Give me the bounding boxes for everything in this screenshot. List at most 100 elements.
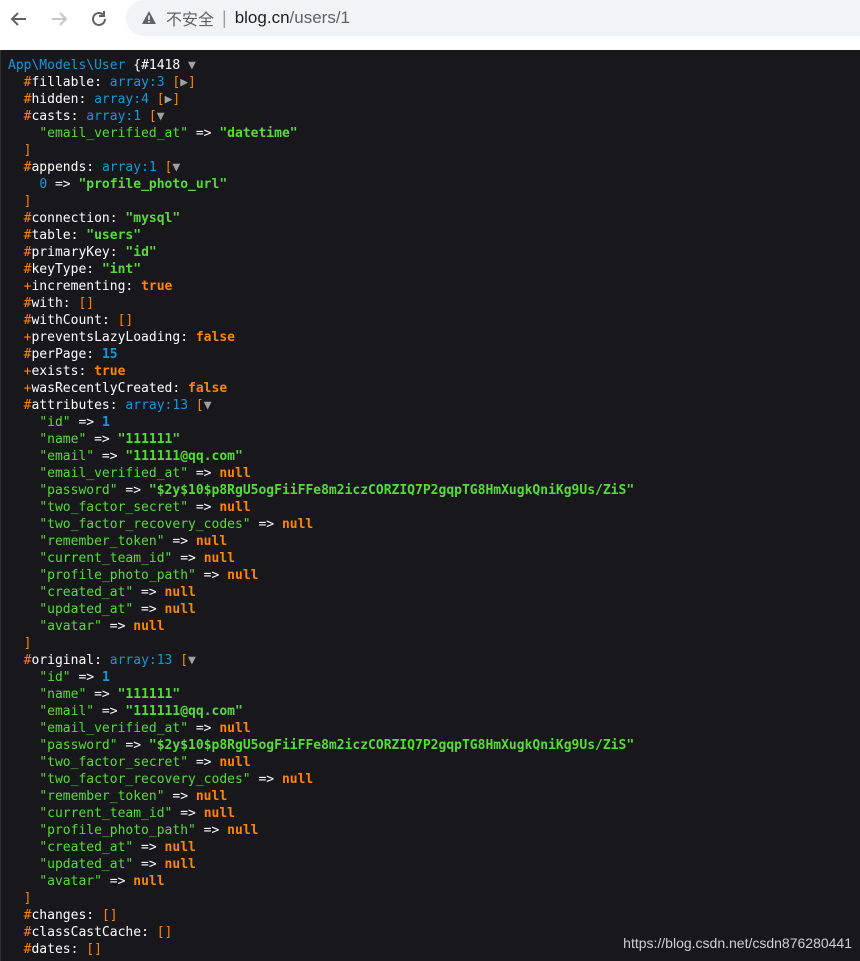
collapse-toggle-icon[interactable]: ▼ <box>172 160 180 175</box>
dump-token-punct: ] <box>23 636 32 651</box>
dump-token-prop: appends <box>31 160 87 175</box>
dump-token-punct: ] <box>23 143 32 158</box>
dump-token-str: "mysql" <box>125 211 181 226</box>
dump-token-note: array:4 <box>94 92 149 107</box>
dump-token-key: "password" <box>39 483 118 498</box>
dump-token-def: => <box>47 177 79 192</box>
dump-token-key: "email" <box>39 449 95 464</box>
expand-toggle-icon[interactable]: ▶ <box>180 75 188 90</box>
dump-token-key: "current_team_id" <box>39 806 173 821</box>
dump-token-def: => <box>250 772 282 787</box>
dump-line: "updated_at" => null <box>8 856 634 873</box>
dump-token-str: "int" <box>101 262 142 277</box>
url-text[interactable]: blog.cn/users/1 <box>235 8 350 28</box>
collapse-toggle-icon[interactable]: ▼ <box>157 109 165 124</box>
dump-token-punct: [ <box>195 398 204 413</box>
dump-token-punct: ] <box>23 194 32 209</box>
dump-token-key: "avatar" <box>39 619 102 634</box>
dump-token-prop: connection <box>31 211 110 226</box>
dump-token-const: null <box>164 857 196 872</box>
dump-line: App\Models\User {#1418 ▼ <box>8 57 634 74</box>
dump-token-const: null <box>227 568 259 583</box>
dump-token-punct: [ <box>180 653 189 668</box>
dump-token-const: null <box>203 551 235 566</box>
collapse-toggle-icon[interactable]: ▼ <box>180 58 196 73</box>
back-button[interactable] <box>6 6 32 32</box>
dump-token-punct: ] <box>23 891 32 906</box>
dump-token-const: null <box>281 517 314 532</box>
dump-token-def: => <box>133 857 165 872</box>
dump-token-const: true <box>141 279 173 294</box>
dump-line: #classCastCache: [] <box>8 924 634 941</box>
dump-token-punct: [] <box>156 925 173 940</box>
dump-token-const: null <box>219 466 251 481</box>
dump-line: #fillable: array:3 [▶] <box>8 74 634 91</box>
dump-line: "id" => 1 <box>8 669 634 686</box>
dump-token-const: null <box>195 534 228 549</box>
dump-token-key: "current_team_id" <box>39 551 173 566</box>
dump-token-key: "email" <box>39 704 95 719</box>
dump-line: #appends: array:1 [▼ <box>8 159 634 176</box>
dump-token-str: "111111" <box>117 687 181 702</box>
dump-line: #table: "users" <box>8 227 634 244</box>
dump-token-key: "email_verified_at" <box>39 466 189 481</box>
dump-token-const: null <box>164 840 196 855</box>
dump-line: #connection: "mysql" <box>8 210 634 227</box>
dump-token-def: : <box>172 381 189 396</box>
reload-button[interactable] <box>86 6 112 32</box>
dump-token-note: array:3 <box>109 75 165 90</box>
dump-line: "email_verified_at" => "datetime" <box>8 125 634 142</box>
dump-token-key: "created_at" <box>39 840 134 855</box>
dump-token-def: => <box>101 619 134 634</box>
dump-token-def <box>157 160 165 175</box>
dump-token-def: => <box>172 806 204 821</box>
security-label[interactable]: 不安全 <box>166 6 214 30</box>
dump-line: "two_factor_secret" => null <box>8 754 634 771</box>
dump-line: ] <box>8 635 634 652</box>
dump-line: ] <box>8 142 634 159</box>
dump-token-str: "111111@qq.com" <box>125 449 243 464</box>
dump-token-def: : <box>101 313 118 328</box>
collapse-toggle-icon[interactable]: ▼ <box>204 398 212 413</box>
dump-line: #dates: [] <box>8 941 634 958</box>
dump-token-def <box>188 398 196 413</box>
address-bar[interactable]: 不安全 | blog.cn/users/1 <box>126 0 860 36</box>
dump-token-const: null <box>219 500 251 515</box>
forward-button[interactable] <box>46 6 72 32</box>
dump-token-def: => <box>164 534 196 549</box>
dump-token-key: "remember_token" <box>39 789 165 804</box>
dump-token-def: : <box>86 908 102 923</box>
dump-line: "remember_token" => null <box>8 533 634 550</box>
dump-line: "password" => "$2y$10$p8RgU5ogFiiFFe8m2i… <box>8 482 634 499</box>
reload-icon <box>89 9 109 29</box>
dump-line: "two_factor_recovery_codes" => null <box>8 516 634 533</box>
dump-token-num: 1 <box>101 415 110 430</box>
dump-token-def: : <box>62 296 79 311</box>
dump-token-str: "id" <box>125 245 157 260</box>
dump-token-str: "$2y$10$p8RgU5ogFiiFFe8m2iczCORZIQ7P2gqp… <box>148 483 635 498</box>
collapse-toggle-icon[interactable]: ▼ <box>188 653 196 668</box>
dump-token-const: false <box>188 381 228 396</box>
dump-token-prop: table <box>31 228 71 243</box>
dump-token-def: => <box>94 449 126 464</box>
dump-line: ] <box>8 890 634 907</box>
dump-line: "email_verified_at" => null <box>8 720 634 737</box>
dump-token-def: => <box>133 602 165 617</box>
dump-line: #withCount: [] <box>8 312 634 329</box>
dump-token-const: null <box>203 806 235 821</box>
dump-token-def: : <box>78 92 95 107</box>
dump-panel: App\Models\User {#1418 ▼ #fillable: arra… <box>0 50 860 961</box>
warning-triangle-icon[interactable] <box>140 9 158 27</box>
dump-token-key: "email_verified_at" <box>39 721 189 736</box>
dump-token-def: : <box>141 925 157 940</box>
var-dump-output: App\Models\User {#1418 ▼ #fillable: arra… <box>8 57 634 958</box>
dump-token-key: "profile_photo_path" <box>39 568 196 583</box>
dump-line: "email_verified_at" => null <box>8 465 634 482</box>
dump-line: "email" => "111111@qq.com" <box>8 703 634 720</box>
dump-token-def: => <box>195 823 228 838</box>
dump-line: "remember_token" => null <box>8 788 634 805</box>
dump-line: #primaryKey: "id" <box>8 244 634 261</box>
dump-token-key: "two_factor_recovery_codes" <box>39 517 251 532</box>
dump-token-const: null <box>164 602 196 617</box>
dump-token-prop: dates <box>31 942 71 957</box>
